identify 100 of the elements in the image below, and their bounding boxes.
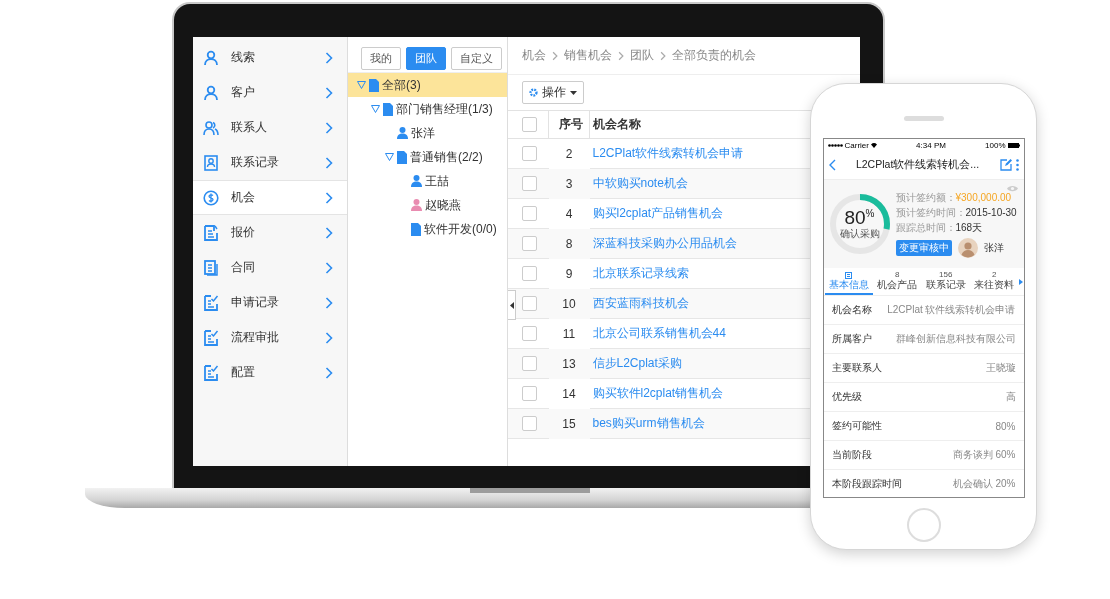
sidebar-item[interactable]: 联系记录: [193, 145, 347, 180]
dollar-icon: [203, 189, 219, 206]
chevron-icon: [325, 86, 333, 99]
field-label: 签约可能性: [831, 419, 882, 433]
action-button[interactable]: 操作: [522, 81, 584, 104]
sidebar-item[interactable]: 机会: [193, 180, 347, 215]
checkbox[interactable]: [522, 146, 537, 161]
expanded-triangle-icon[interactable]: [370, 105, 380, 113]
percent-value: 80$^{%}$: [844, 207, 875, 227]
chevron-icon: [325, 366, 333, 379]
tree-item[interactable]: 全部(3): [348, 73, 507, 97]
collapse-handle[interactable]: [508, 290, 516, 320]
checkbox[interactable]: [522, 326, 537, 341]
checkbox[interactable]: [522, 416, 537, 431]
sidebar-item[interactable]: 合同: [193, 250, 347, 285]
tree-item-label: 部门销售经理(1/3): [396, 100, 493, 118]
sidebar-item[interactable]: 客户: [193, 75, 347, 110]
field-value: 高: [1005, 390, 1016, 404]
breadcrumb-item[interactable]: 全部负责的机会: [672, 47, 756, 64]
detail-tab[interactable]: 8 机会产品: [873, 270, 922, 295]
right-triangle-icon[interactable]: [1018, 278, 1023, 285]
sidebar-item[interactable]: 流程审批: [193, 320, 347, 355]
eye-icon[interactable]: [1006, 185, 1018, 192]
tree-item[interactable]: 软件开发(0/0): [348, 217, 507, 241]
table-cell: 3: [565, 176, 573, 191]
chevron-icon: [325, 121, 333, 134]
opportunity-link[interactable]: 北京联系记录线索: [589, 266, 689, 280]
sidebar-item[interactable]: 线索: [193, 40, 347, 75]
column-header: 机会名称: [592, 117, 641, 131]
chevron-icon: [325, 191, 333, 204]
more-icon[interactable]: [1015, 159, 1019, 171]
home-button[interactable]: [906, 508, 941, 542]
opportunity-link[interactable]: 北京公司联系销售机会44: [589, 326, 726, 340]
document-icon: [383, 102, 393, 116]
people-icon: [203, 119, 219, 136]
tree-item-label: 全部(3): [382, 76, 421, 94]
filter-tab[interactable]: 我的: [361, 47, 401, 70]
breadcrumb-item[interactable]: 团队: [630, 47, 654, 64]
detail-tab[interactable]: 156 联系记录: [921, 270, 970, 295]
tree-item[interactable]: 部门销售经理(1/3): [348, 97, 507, 121]
battery-icon: [1007, 142, 1020, 148]
checkbox[interactable]: [522, 356, 537, 371]
table-cell: 11: [562, 326, 576, 341]
field-label: 所属客户: [831, 332, 872, 346]
gear-icon: [529, 88, 538, 97]
breadcrumb-item[interactable]: 销售机会: [564, 47, 612, 64]
sidebar-item[interactable]: 报价: [193, 215, 347, 250]
field-label: 当前阶段: [831, 448, 872, 462]
breadcrumb-item[interactable]: 机会: [522, 47, 546, 64]
screen-title: L2CPlat软件线索转机会...: [854, 158, 981, 172]
checkbox[interactable]: [522, 176, 537, 191]
chevron-icon: [660, 50, 666, 61]
signal-icon: [827, 143, 843, 147]
checkbox[interactable]: [522, 236, 537, 251]
table-cell: 15: [562, 416, 576, 431]
tree-item[interactable]: 普通销售(2/2): [348, 145, 507, 169]
sidebar-item[interactable]: 申请记录: [193, 285, 347, 320]
detail-tab[interactable]: 2 来往资料: [970, 270, 1019, 295]
document-icon: [203, 259, 219, 276]
chevron-icon: [325, 261, 333, 274]
chevron-icon: [618, 50, 624, 61]
owner-name: 张洋: [983, 241, 1004, 255]
tree-item-label: 张洋: [411, 124, 435, 142]
checklist-icon: [203, 294, 219, 311]
sidebar-item[interactable]: 配置: [193, 355, 347, 390]
tree-item[interactable]: 赵晓燕: [348, 193, 507, 217]
tree-item-label: 软件开发(0/0): [424, 220, 497, 238]
checkbox[interactable]: [522, 266, 537, 281]
checklist-icon: [203, 329, 219, 346]
checkbox[interactable]: [522, 206, 537, 221]
field-label: 机会名称: [831, 303, 872, 317]
sidebar-item[interactable]: 联系人: [193, 110, 347, 145]
table-cell: 9: [565, 266, 573, 281]
chevron-icon: [325, 51, 333, 64]
summary-field: 预计签约额：¥300,000.00: [895, 190, 1017, 205]
summary-field: 跟踪总时间：168天: [895, 220, 1017, 235]
checkbox[interactable]: [522, 117, 537, 132]
field-label: 主要联系人: [831, 361, 882, 375]
info-icon: [845, 272, 853, 279]
back-icon[interactable]: [828, 159, 836, 171]
opportunity-link[interactable]: L2CPlat软件线索转机会申请: [589, 146, 744, 160]
tree-item-label: 普通销售(2/2): [410, 148, 483, 166]
detail-tab[interactable]: 基本信息: [824, 272, 873, 295]
person-icon: [203, 84, 219, 101]
edit-icon[interactable]: [999, 159, 1012, 171]
column-header: 序号: [557, 117, 583, 131]
document-icon: [369, 78, 379, 92]
filter-tab[interactable]: 自定义: [451, 47, 502, 70]
expanded-triangle-icon[interactable]: [356, 81, 366, 89]
tree-item[interactable]: 张洋: [348, 121, 507, 145]
tree-item[interactable]: 王喆: [348, 169, 507, 193]
table-cell: 8: [565, 236, 573, 251]
field-value: 80%: [995, 420, 1016, 432]
expanded-triangle-icon[interactable]: [384, 153, 394, 161]
opportunity-link[interactable]: 购买l2cplat产品销售机会: [589, 206, 724, 220]
opportunity-link[interactable]: 购买软件l2cplat销售机会: [589, 386, 724, 400]
checkbox[interactable]: [522, 386, 537, 401]
checklist-icon: [203, 364, 219, 381]
chevron-icon: [552, 50, 558, 61]
checkbox[interactable]: [522, 296, 537, 311]
